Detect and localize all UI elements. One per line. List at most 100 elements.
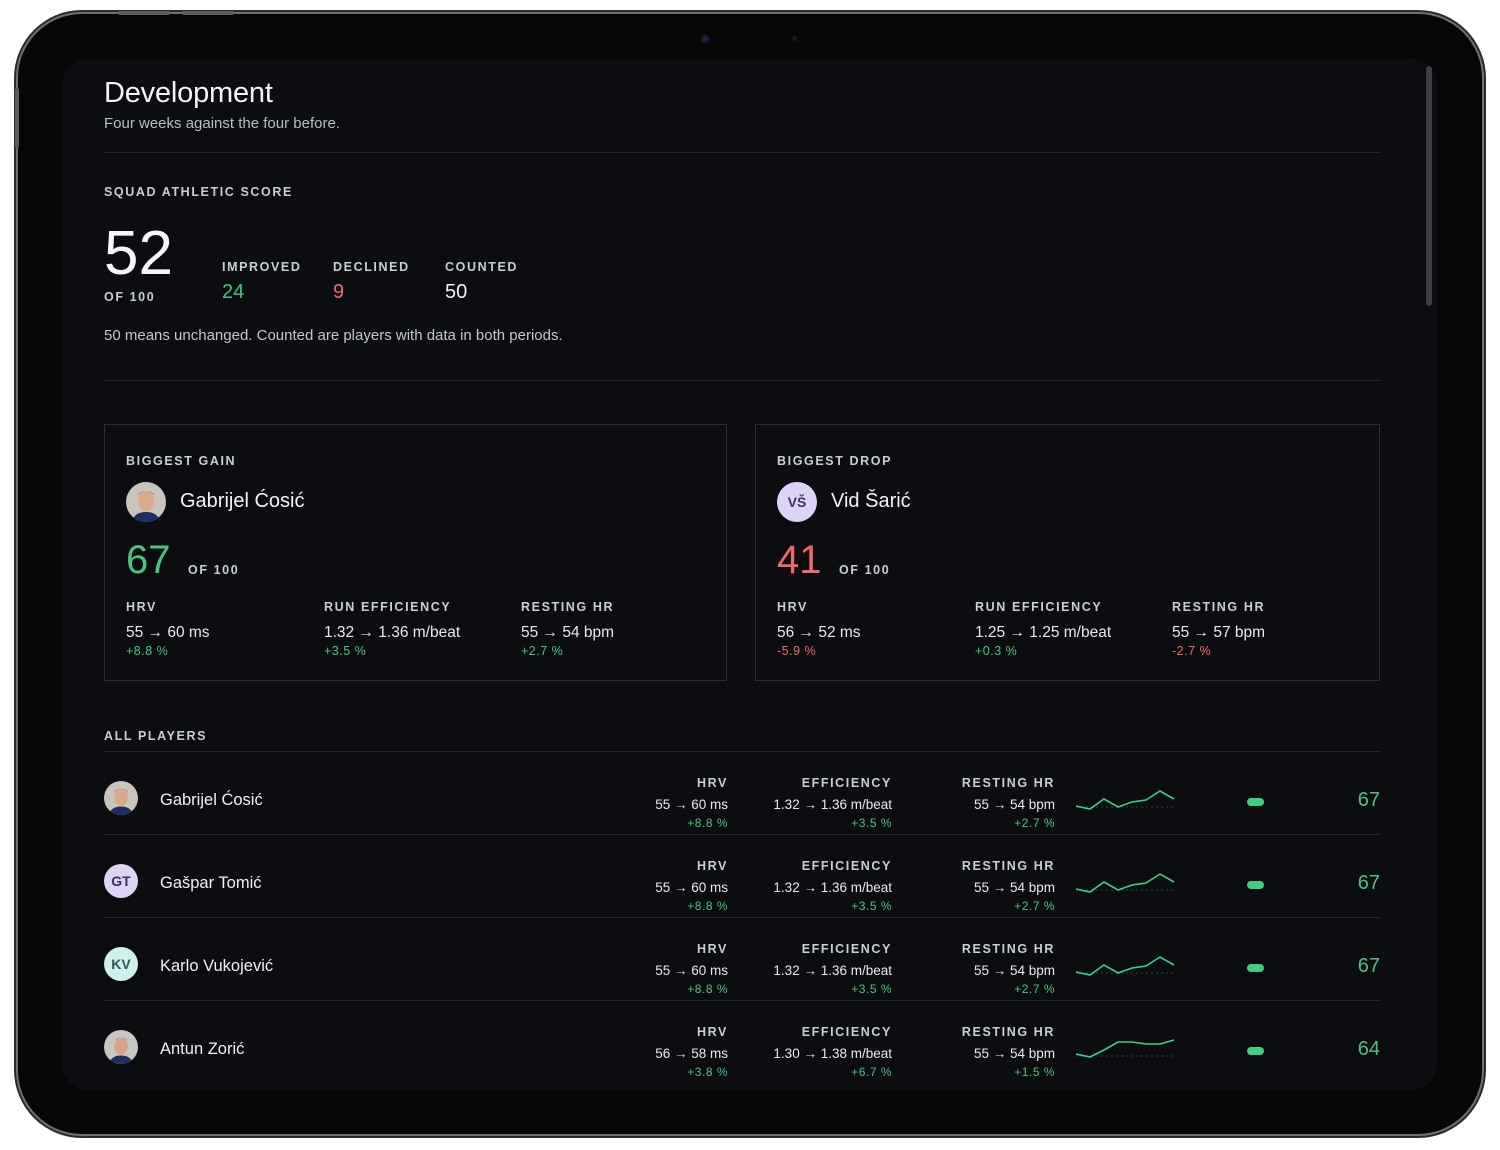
side-button xyxy=(15,88,19,148)
metric-value: 55 → 57 bpm xyxy=(1172,624,1266,641)
metric-change: +8.8 % xyxy=(126,644,169,658)
metric-label: RESTING HR xyxy=(521,600,615,614)
trend-sparkline xyxy=(1076,873,1176,893)
efficiency-column: EFFICIENCY 1.32 → 1.36 m/beat +3.5 % xyxy=(773,859,892,913)
metric-value: 55 → 60 ms xyxy=(126,624,210,641)
column-value: 55 → 60 ms xyxy=(655,880,728,895)
column-label: EFFICIENCY xyxy=(801,942,892,956)
declined-value: 9 xyxy=(333,281,345,303)
biggest-gain-card[interactable]: BIGGEST GAIN Gabrijel Ćosić 67 OF 100 HR… xyxy=(104,424,727,681)
column-label: HRV xyxy=(697,776,728,790)
player-name: Gabrijel Ćosić xyxy=(180,490,305,512)
player-name: Gabrijel Ćosić xyxy=(160,791,263,809)
improved-stat: IMPROVED 24 xyxy=(222,260,301,304)
resting-hr-column: RESTING HR 55 → 54 bpm +1.5 % xyxy=(962,1025,1055,1079)
metric-label: RUN EFFICIENCY xyxy=(324,600,452,614)
column-value: 55 → 54 bpm xyxy=(973,880,1055,895)
declined-label: DECLINED xyxy=(333,260,410,274)
player-score: 41 xyxy=(777,538,822,582)
column-change: +3.5 % xyxy=(851,982,892,996)
scrollbar[interactable] xyxy=(1426,66,1432,306)
column-value: 55 → 54 bpm xyxy=(973,963,1055,978)
column-label: HRV xyxy=(697,1025,728,1039)
metric-run-efficiency: RUN EFFICIENCY 1.25 → 1.25 m/beat +0.3 % xyxy=(975,600,1111,658)
page-title: Development xyxy=(104,77,273,109)
counted-stat: COUNTED 50 xyxy=(445,260,518,304)
metric-hrv: HRV 55 → 60 ms +8.8 % xyxy=(126,600,210,658)
column-value: 55 → 54 bpm xyxy=(973,797,1055,812)
column-value: 1.32 → 1.36 m/beat xyxy=(773,797,892,812)
improved-value: 24 xyxy=(222,281,245,303)
squad-score-label: SQUAD ATHLETIC SCORE xyxy=(104,185,293,199)
player-score: 64 xyxy=(1357,1038,1380,1060)
trend-sparkline xyxy=(1076,1039,1176,1058)
hrv-column: HRV 55 → 60 ms +8.8 % xyxy=(655,859,728,913)
metric-label: RESTING HR xyxy=(1172,600,1266,614)
column-label: RESTING HR xyxy=(961,1025,1055,1039)
biggest-gain-label: BIGGEST GAIN xyxy=(126,454,237,468)
metric-label: HRV xyxy=(126,600,157,614)
column-change: +3.5 % xyxy=(851,816,892,830)
squad-note: 50 means unchanged. Counted are players … xyxy=(104,327,563,344)
player-row[interactable]: Antun Zorić HRV 56 → 58 ms +3.8 % EFFICI… xyxy=(104,1000,1380,1084)
resting-hr-column: RESTING HR 55 → 54 bpm +2.7 % xyxy=(962,776,1055,830)
player-score: 67 xyxy=(1357,872,1380,894)
trend-sparkline xyxy=(1076,956,1176,976)
column-value: 55 → 54 bpm xyxy=(973,1046,1055,1061)
metric-resting-hr: RESTING HR 55 → 57 bpm -2.7 % xyxy=(1172,600,1265,658)
player-row[interactable]: Gabrijel Ćosić HRV 55 → 60 ms +8.8 % EFF… xyxy=(104,751,1380,835)
status-pill xyxy=(1247,798,1264,806)
metric-value: 56 → 52 ms xyxy=(777,624,861,641)
divider xyxy=(104,152,1380,153)
counted-value: 50 xyxy=(445,281,468,303)
player-row[interactable]: GT Gašpar Tomić HRV 55 → 60 ms +8.8 % EF… xyxy=(104,834,1380,918)
column-change: +8.8 % xyxy=(687,816,728,830)
column-change: +8.8 % xyxy=(687,982,728,996)
player-name: Gašpar Tomić xyxy=(160,874,262,892)
metric-change: +2.7 % xyxy=(521,644,564,658)
squad-score-scale: OF 100 xyxy=(104,290,156,304)
avatar: VŠ xyxy=(777,482,817,522)
player-score: 67 xyxy=(1357,955,1380,977)
screen: Development Four weeks against the four … xyxy=(62,59,1437,1090)
metric-change: +3.5 % xyxy=(324,644,367,658)
column-value: 55 → 60 ms xyxy=(655,963,728,978)
score-scale: OF 100 xyxy=(839,563,891,577)
column-value: 56 → 58 ms xyxy=(655,1046,728,1061)
column-change: +2.7 % xyxy=(1014,899,1055,913)
metric-value: 1.25 → 1.25 m/beat xyxy=(975,624,1112,641)
column-change: +3.5 % xyxy=(851,899,892,913)
volume-button xyxy=(182,11,234,15)
divider xyxy=(104,380,1380,381)
avatar xyxy=(126,482,166,522)
player-score: 67 xyxy=(1357,789,1380,811)
trend-sparkline xyxy=(1076,790,1176,810)
metric-change: -5.9 % xyxy=(777,644,817,658)
page-subtitle: Four weeks against the four before. xyxy=(104,115,340,132)
column-value: 55 → 60 ms xyxy=(655,797,728,812)
biggest-drop-label: BIGGEST DROP xyxy=(777,454,893,468)
column-label: EFFICIENCY xyxy=(801,776,892,790)
column-label: RESTING HR xyxy=(961,942,1055,956)
metric-value: 55 → 54 bpm xyxy=(521,624,615,641)
metric-run-efficiency: RUN EFFICIENCY 1.32 → 1.36 m/beat +3.5 % xyxy=(324,600,460,658)
column-label: HRV xyxy=(697,942,728,956)
status-pill xyxy=(1247,964,1264,972)
metric-label: RUN EFFICIENCY xyxy=(975,600,1103,614)
player-name: Karlo Vukojević xyxy=(160,957,274,975)
player-row[interactable]: KV Karlo Vukojević HRV 55 → 60 ms +8.8 %… xyxy=(104,917,1380,1001)
column-label: EFFICIENCY xyxy=(801,1025,892,1039)
player-name: Antun Zorić xyxy=(160,1040,245,1058)
score-scale: OF 100 xyxy=(188,563,240,577)
column-value: 1.30 → 1.38 m/beat xyxy=(773,1046,892,1061)
hrv-column: HRV 56 → 58 ms +3.8 % xyxy=(655,1025,728,1079)
biggest-drop-card[interactable]: BIGGEST DROP VŠ Vid Šarić 41 OF 100 HRV … xyxy=(755,424,1380,681)
column-label: RESTING HR xyxy=(961,859,1055,873)
column-label: EFFICIENCY xyxy=(801,859,892,873)
efficiency-column: EFFICIENCY 1.32 → 1.36 m/beat +3.5 % xyxy=(773,776,892,830)
resting-hr-column: RESTING HR 55 → 54 bpm +2.7 % xyxy=(962,859,1055,913)
declined-stat: DECLINED 9 xyxy=(333,260,410,304)
metric-value: 1.32 → 1.36 m/beat xyxy=(324,624,461,641)
avatar xyxy=(104,1030,138,1064)
column-label: RESTING HR xyxy=(961,776,1055,790)
